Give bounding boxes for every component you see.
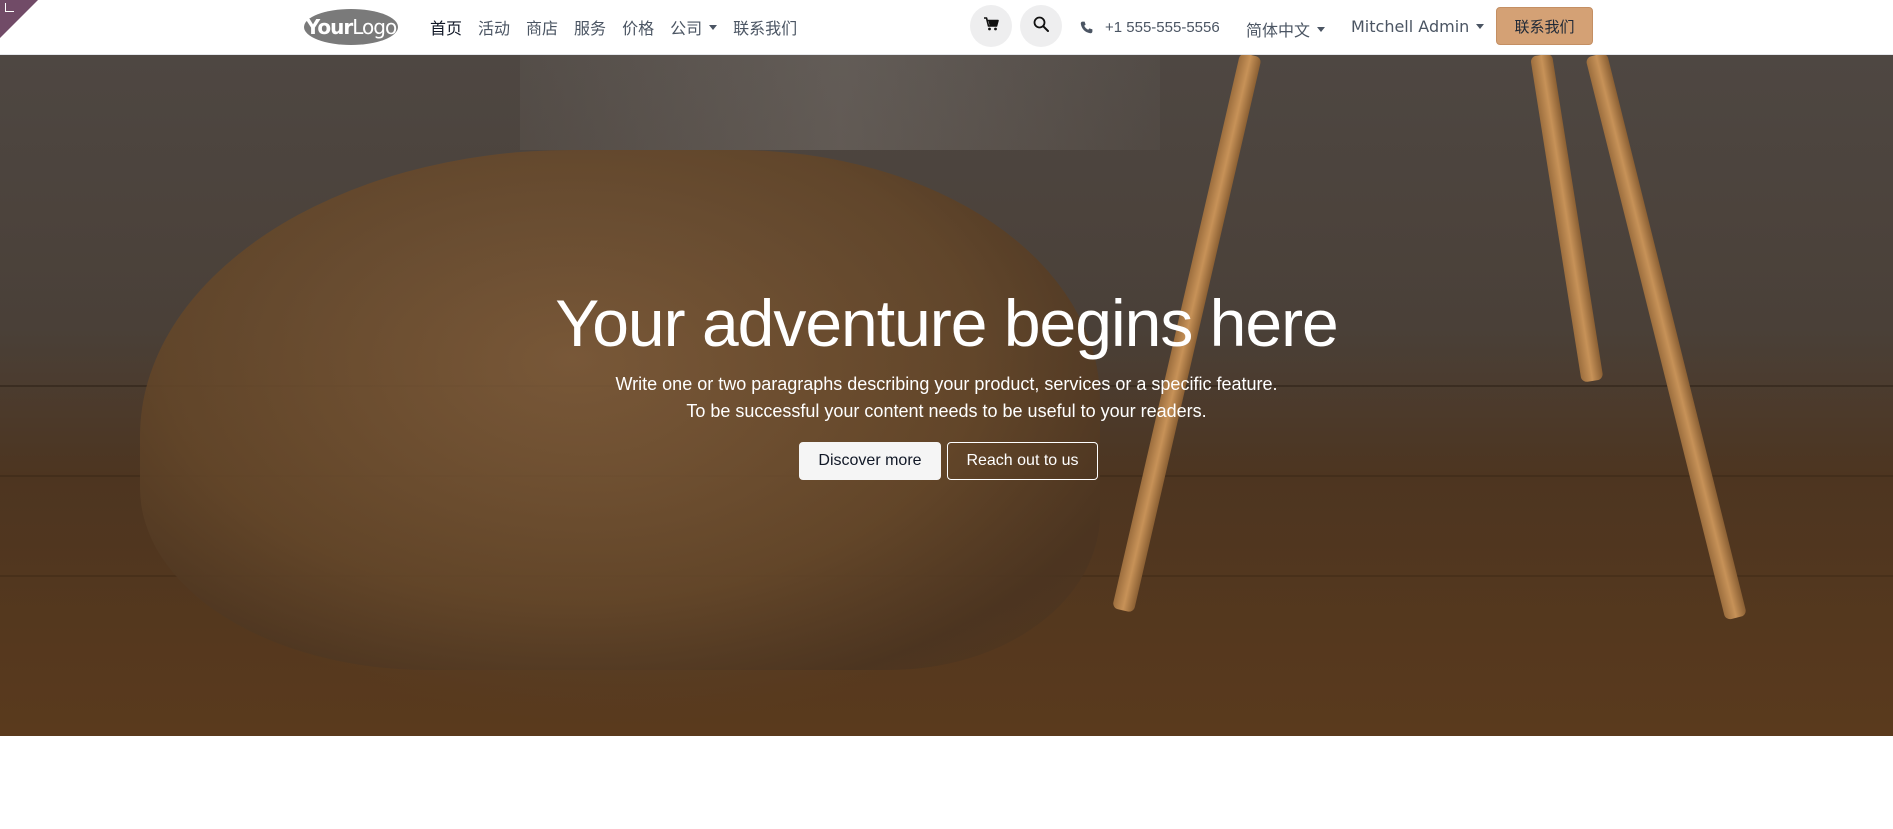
hero-description-line-1: Write one or two paragraphs describing y… (615, 374, 1278, 394)
user-name: Mitchell Admin (1351, 17, 1470, 36)
logo-text-bold: Your (305, 15, 353, 39)
main-nav: 首页 活动 商店 服务 价格 公司 联系我们 (430, 0, 813, 54)
reach-out-button[interactable]: Reach out to us (947, 442, 1098, 480)
chevron-down-icon (1317, 26, 1326, 32)
hero-title: Your adventure begins here (555, 286, 1339, 360)
nav-item-company-dropdown[interactable]: 公司 (670, 15, 718, 39)
nav-item-contact[interactable]: 联系我们 (733, 15, 797, 39)
cart-button[interactable] (970, 5, 1012, 47)
phone-link[interactable]: +1 555-555-5556 (1080, 17, 1220, 37)
site-header: Your Logo 首页 活动 商店 服务 价格 公司 联系我们 +1 555-… (0, 0, 1893, 55)
phone-icon (1080, 21, 1093, 34)
contact-us-button[interactable]: 联系我们 (1496, 7, 1593, 45)
shopping-cart-icon (983, 16, 999, 36)
language-label: 简体中文 (1246, 21, 1311, 40)
nav-item-pricing[interactable]: 价格 (622, 15, 654, 39)
phone-number: +1 555-555-5556 (1105, 18, 1220, 36)
nav-item-shop[interactable]: 商店 (526, 15, 558, 39)
nav-item-events[interactable]: 活动 (478, 15, 510, 39)
site-logo[interactable]: Your Logo (304, 9, 398, 45)
hero-section: Your adventure begins here Write one or … (0, 55, 1893, 736)
hero-button-group: Discover more Reach out to us (799, 442, 1098, 480)
chevron-down-icon (1476, 24, 1485, 29)
language-dropdown[interactable]: 简体中文 (1246, 17, 1326, 41)
discover-more-button[interactable]: Discover more (799, 442, 941, 480)
user-menu-dropdown[interactable]: Mitchell Admin (1351, 17, 1485, 36)
nav-item-home[interactable]: 首页 (430, 15, 462, 39)
nav-item-services[interactable]: 服务 (574, 15, 606, 39)
hero-description-line-2: To be successful your content needs to b… (686, 401, 1207, 421)
logo-text-light: Logo (352, 15, 397, 39)
search-icon (1033, 16, 1049, 37)
chevron-down-icon (709, 24, 718, 30)
nav-item-company-label: 公司 (670, 19, 703, 38)
edit-corner-icon (5, 3, 14, 12)
search-button[interactable] (1020, 5, 1062, 47)
hero-content: Your adventure begins here Write one or … (0, 55, 1893, 736)
